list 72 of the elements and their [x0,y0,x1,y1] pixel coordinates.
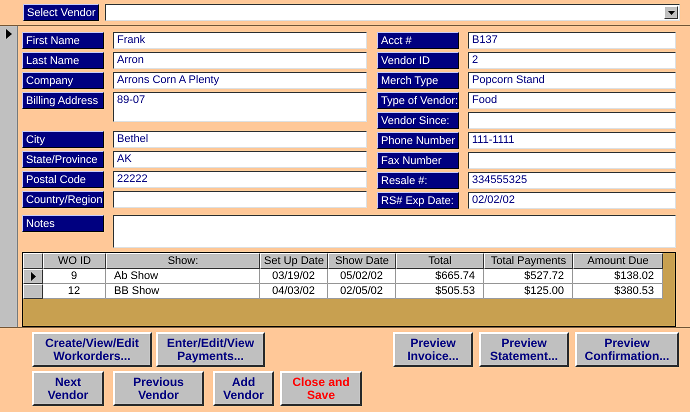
column-header[interactable]: Show Date [328,253,396,269]
field-label: Resale #: [377,172,459,189]
row-selector[interactable] [23,284,43,299]
table-cell: 9 [43,269,106,284]
field-label: City [22,131,104,148]
column-header[interactable]: WO ID [43,253,106,269]
field-label: Phone Number [377,132,459,149]
table-cell: $125.00 [484,284,573,299]
field-label: Company [22,72,104,89]
table-cell: $505.53 [396,284,484,299]
column-header[interactable]: Total Payments [484,253,573,269]
table-cell: $527.72 [484,269,573,284]
column-header[interactable]: Total [396,253,484,269]
text-field[interactable]: 22222 [113,171,367,188]
row-header [23,253,43,269]
field-label: Notes [22,215,104,232]
table-cell: 03/19/02 [260,269,328,284]
field-label: Vendor Since: [377,112,459,129]
text-field[interactable]: B137 [468,32,676,49]
field-label: Last Name [22,52,104,69]
text-field[interactable]: 02/02/02 [468,192,676,209]
table-cell: $665.74 [396,269,484,284]
text-field[interactable] [468,112,676,129]
table-cell: 04/03/02 [260,284,328,299]
table-cell: 12 [43,284,106,299]
text-field[interactable]: Popcorn Stand [468,72,676,89]
field-label: Merch Type [377,72,459,89]
field-label: Acct # [377,32,459,49]
field-label: RS# Exp Date: [377,192,459,209]
action-button[interactable]: Previous Vendor [113,371,204,406]
notes-field[interactable] [113,215,676,248]
text-field[interactable]: AK [113,151,367,168]
field-label: Type of Vendor: [377,92,459,109]
field-label: First Name [22,32,104,49]
action-button[interactable]: Preview Invoice... [393,332,473,367]
text-field[interactable]: Arron [113,52,367,69]
table-cell: 05/02/02 [328,269,396,284]
vendor-dropdown[interactable] [105,4,680,21]
field-label: Country/Region [22,191,104,208]
table-cell: 02/05/02 [328,284,396,299]
row-selector[interactable] [23,269,43,284]
action-button[interactable]: Next Vendor [32,371,104,406]
field-label: Billing Address [22,92,104,109]
text-field[interactable]: 89-07 [113,92,367,122]
column-header[interactable]: Amount Due [573,253,663,269]
action-button[interactable]: Preview Confirmation... [575,332,679,367]
field-label: Select Vendor [23,4,99,21]
column-header[interactable]: Set Up Date [260,253,328,269]
text-field[interactable]: Arrons Corn A Plenty [113,72,367,89]
current-row-icon [30,272,36,281]
action-button[interactable]: Enter/Edit/View Payments... [156,332,265,367]
current-record-icon [6,29,12,39]
text-field[interactable]: Frank [113,32,367,49]
field-label: Postal Code [22,171,104,188]
table-cell: Ab Show [106,269,260,284]
action-button[interactable]: Add Vendor [213,371,274,406]
field-label: Vendor ID [377,52,459,69]
field-label: State/Province [22,151,104,168]
column-header[interactable]: Show: [106,253,260,269]
table-cell: $380.53 [573,284,663,299]
action-button[interactable]: Preview Statement... [479,332,569,367]
text-field[interactable]: 111-1111 [468,132,676,149]
text-field[interactable]: 334555325 [468,172,676,189]
text-field[interactable] [113,191,367,208]
text-field[interactable] [468,152,676,169]
text-field[interactable]: Bethel [113,131,367,148]
text-field[interactable]: 2 [468,52,676,69]
table-cell: $138.02 [573,269,663,284]
field-label: Fax Number [377,152,459,169]
text-field[interactable]: Food [468,92,676,109]
table-cell: BB Show [106,284,260,299]
action-button[interactable]: Create/View/Edit Workorders... [32,332,152,367]
